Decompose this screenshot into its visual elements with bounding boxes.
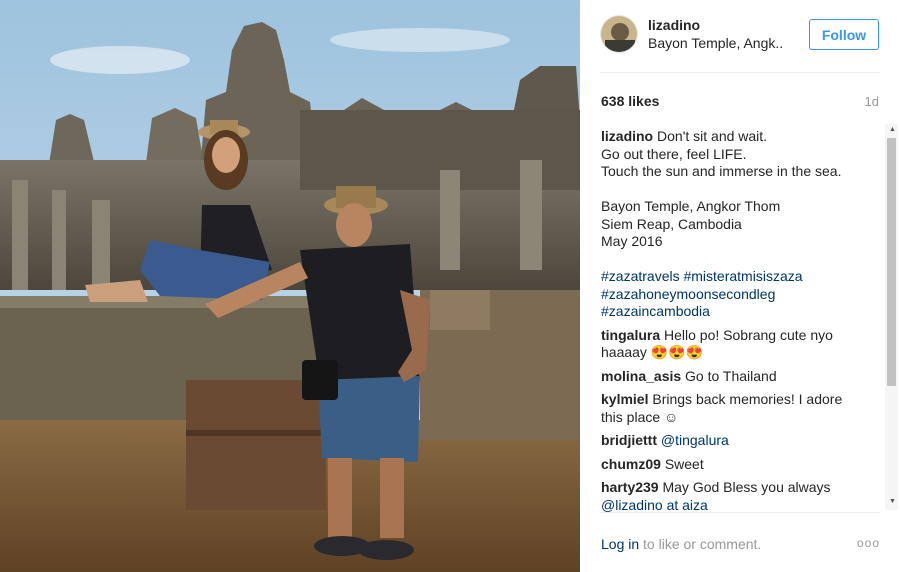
comment-username[interactable]: bridjiettt — [601, 432, 657, 448]
login-link[interactable]: Log in — [601, 536, 639, 552]
post-location[interactable]: Bayon Temple, Angk.. — [648, 35, 783, 51]
header-divider — [600, 72, 880, 73]
temple-photo-image — [0, 0, 580, 572]
caption-line-2: Touch the sun and immerse in the sea. — [601, 163, 842, 179]
more-options-icon[interactable]: ooo — [857, 536, 880, 550]
comment-item: chumz09 Sweet — [601, 456, 863, 474]
comment-text: Go to Thailand — [685, 367, 777, 384]
login-prompt: Log in to like or comment. — [601, 536, 761, 552]
avatar[interactable] — [600, 15, 638, 53]
comment-item: tingalura Hello po! Sobrang cute nyo haa… — [601, 327, 863, 362]
caption: lizadino Don't sit and wait. Go out ther… — [601, 128, 863, 321]
post-username[interactable]: lizadino — [648, 17, 700, 33]
caption-hashtags-0[interactable]: #zazatravels #misteratmisiszaza — [601, 268, 863, 286]
comments-list[interactable]: lizadino Don't sit and wait. Go out ther… — [601, 128, 863, 512]
comment-text: May God Bless you always — [662, 479, 831, 495]
comment-username[interactable]: kylmiel — [601, 391, 648, 407]
comment-username[interactable]: harty239 — [601, 479, 659, 495]
caption-hashtags-1[interactable]: #zazahoneymoonsecondleg — [601, 286, 863, 304]
post-header: lizadino Bayon Temple, Angk.. Follow — [580, 0, 900, 72]
caption-gap-1 — [601, 181, 863, 199]
post-photo[interactable] — [0, 0, 580, 572]
scroll-up-icon[interactable]: ▲ — [889, 126, 896, 133]
comment-username[interactable]: chumz09 — [601, 456, 661, 472]
post-age[interactable]: 1d — [865, 94, 879, 109]
scroll-down-icon[interactable]: ▼ — [889, 498, 896, 505]
comment-item: molina_asis Go to Thailand — [601, 368, 863, 386]
comment-item: harty239 May God Bless you always @lizad… — [601, 479, 863, 512]
comment-username[interactable]: tingalura — [601, 327, 660, 343]
caption-gap-2 — [601, 251, 863, 269]
comment-mention[interactable]: @tingalura — [661, 432, 729, 448]
caption-line-4: Bayon Temple, Angkor Thom — [601, 198, 781, 214]
likes-count[interactable]: 638 likes — [601, 93, 659, 109]
footer-divider — [600, 512, 880, 513]
caption-username[interactable]: lizadino — [601, 128, 653, 144]
follow-button[interactable]: Follow — [809, 19, 879, 50]
caption-line-6: May 2016 — [601, 233, 663, 249]
comment-item: kylmiel Brings back memories! I adore th… — [601, 391, 863, 426]
comment-item: bridjiettt @tingalura — [601, 432, 863, 450]
post-side-panel: lizadino Bayon Temple, Angk.. Follow 638… — [580, 0, 900, 572]
comment-username[interactable]: molina_asis — [601, 368, 681, 384]
comment-mention[interactable]: @lizadino at aiza — [601, 497, 863, 513]
comments-scrollbar[interactable]: ▲ ▼ — [885, 124, 898, 510]
caption-hashtags-2[interactable]: #zazaincambodia — [601, 303, 863, 321]
login-prompt-text: to like or comment. — [639, 536, 762, 552]
caption-line-5: Siem Reap, Cambodia — [601, 215, 742, 232]
caption-line-1: Go out there, feel LIFE. — [601, 145, 747, 162]
caption-line-0: Don't sit and wait. — [657, 128, 768, 144]
comment-text: Sweet — [664, 455, 704, 472]
scroll-thumb[interactable] — [887, 138, 896, 386]
